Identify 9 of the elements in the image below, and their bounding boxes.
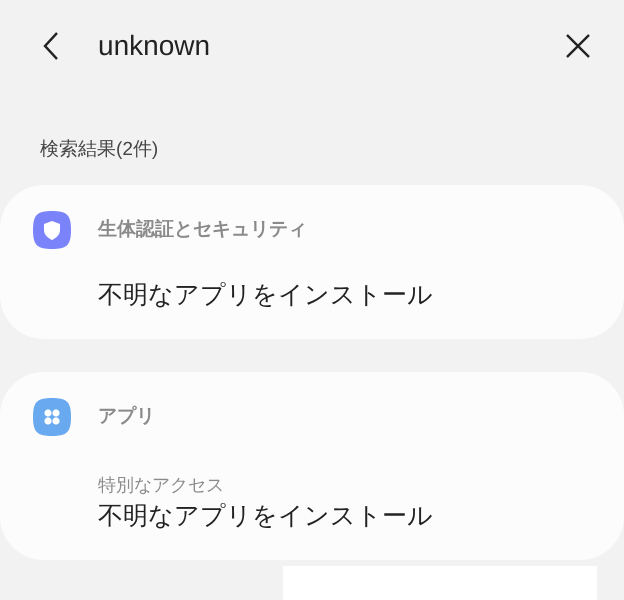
result-title: 不明なアプリをインストール	[98, 501, 434, 532]
path-label: 特別なアクセス	[98, 474, 225, 497]
results-heading: 検索結果(2件)	[39, 138, 160, 162]
search-field[interactable]: unknown	[98, 25, 562, 67]
category-label: 生体認証とセキュリティ	[98, 218, 307, 242]
result-card[interactable]: アプリ 特別なアクセス 不明なアプリをインストール	[0, 372, 624, 560]
result-title: 不明なアプリをインストール	[98, 280, 434, 311]
category-label: アプリ	[98, 404, 155, 429]
result-card[interactable]: 生体認証とセキュリティ 不明なアプリをインストール	[0, 185, 624, 339]
